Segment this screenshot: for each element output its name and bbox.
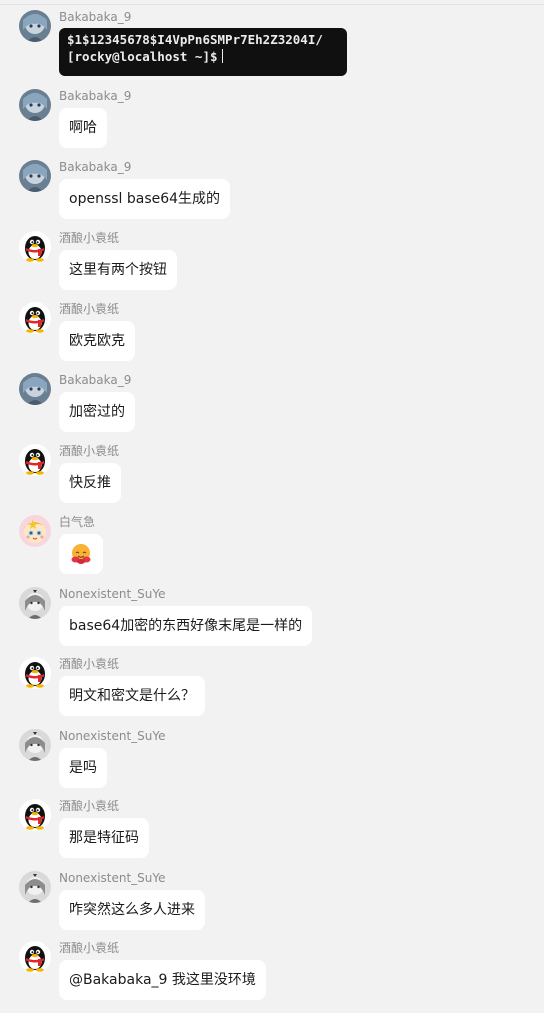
- message-bubble[interactable]: 快反推: [59, 463, 121, 503]
- sender-name: 酒酿小袁纸: [59, 941, 120, 955]
- message-bubble[interactable]: base64加密的东西好像末尾是一样的: [59, 606, 313, 646]
- anime-avatar-icon[interactable]: [19, 89, 51, 121]
- qq-penguin-icon[interactable]: [19, 799, 51, 831]
- terminal-output-line: $1$12345678$I4VpPn6SMPr7Eh2Z3204I/: [67, 32, 323, 47]
- sketch-avatar-icon[interactable]: [19, 871, 51, 903]
- terminal-prompt: [rocky@localhost ~]$: [67, 49, 218, 64]
- sender-name: 酒酿小袁纸: [59, 444, 120, 458]
- terminal-screenshot-image[interactable]: $1$12345678$I4VpPn6SMPr7Eh2Z3204I/ [rock…: [59, 28, 347, 76]
- message-bubble[interactable]: 明文和密文是什么？: [59, 676, 205, 716]
- hug-emoji-icon: [71, 544, 91, 564]
- message-bubble[interactable]: 啊哈: [59, 108, 107, 148]
- sender-name: Nonexistent_SuYe: [59, 729, 166, 743]
- sender-name: Nonexistent_SuYe: [59, 871, 166, 885]
- anime-avatar-icon[interactable]: [19, 373, 51, 405]
- sender-name: 酒酿小袁纸: [59, 302, 120, 316]
- qq-penguin-icon[interactable]: [19, 941, 51, 973]
- sender-name: Bakabaka_9: [59, 160, 132, 174]
- sender-name: Bakabaka_9: [59, 373, 132, 387]
- message-bubble[interactable]: openssl base64生成的: [59, 179, 231, 219]
- sender-name: Bakabaka_9: [59, 89, 132, 103]
- message-bubble[interactable]: 那是特征码: [59, 818, 149, 858]
- qq-penguin-icon[interactable]: [19, 231, 51, 263]
- chat-message-list[interactable]: Bakabaka_9 $1$12345678$I4VpPn6SMPr7Eh2Z3…: [0, 0, 544, 1013]
- sketch-avatar-icon[interactable]: [19, 587, 51, 619]
- message-bubble[interactable]: 咋突然这么多人进来: [59, 890, 205, 930]
- message-bubble[interactable]: 这里有两个按钮: [59, 250, 177, 290]
- qq-penguin-icon[interactable]: [19, 444, 51, 476]
- message-bubble[interactable]: 加密过的: [59, 392, 135, 432]
- sketch-avatar-icon[interactable]: [19, 729, 51, 761]
- sender-name: Bakabaka_9: [59, 10, 132, 24]
- message-bubble[interactable]: [59, 534, 103, 574]
- message-bubble[interactable]: 欧克欧克: [59, 321, 135, 361]
- sender-name: 酒酿小袁纸: [59, 657, 120, 671]
- terminal-cursor: [221, 49, 223, 63]
- terminal-prompt-line: [rocky@localhost ~]$: [67, 48, 347, 65]
- qq-penguin-icon[interactable]: [19, 302, 51, 334]
- cartoon-avatar-icon[interactable]: [19, 515, 51, 547]
- message-bubble[interactable]: @Bakabaka_9 我这里没环境: [59, 960, 266, 1000]
- qq-penguin-icon[interactable]: [19, 657, 51, 689]
- sender-name: Nonexistent_SuYe: [59, 587, 166, 601]
- sender-name: 酒酿小袁纸: [59, 231, 120, 245]
- sender-name: 白气急: [59, 515, 96, 529]
- sender-name: 酒酿小袁纸: [59, 799, 120, 813]
- anime-avatar-icon[interactable]: [19, 10, 51, 42]
- message-bubble[interactable]: 是吗: [59, 748, 107, 788]
- anime-avatar-icon[interactable]: [19, 160, 51, 192]
